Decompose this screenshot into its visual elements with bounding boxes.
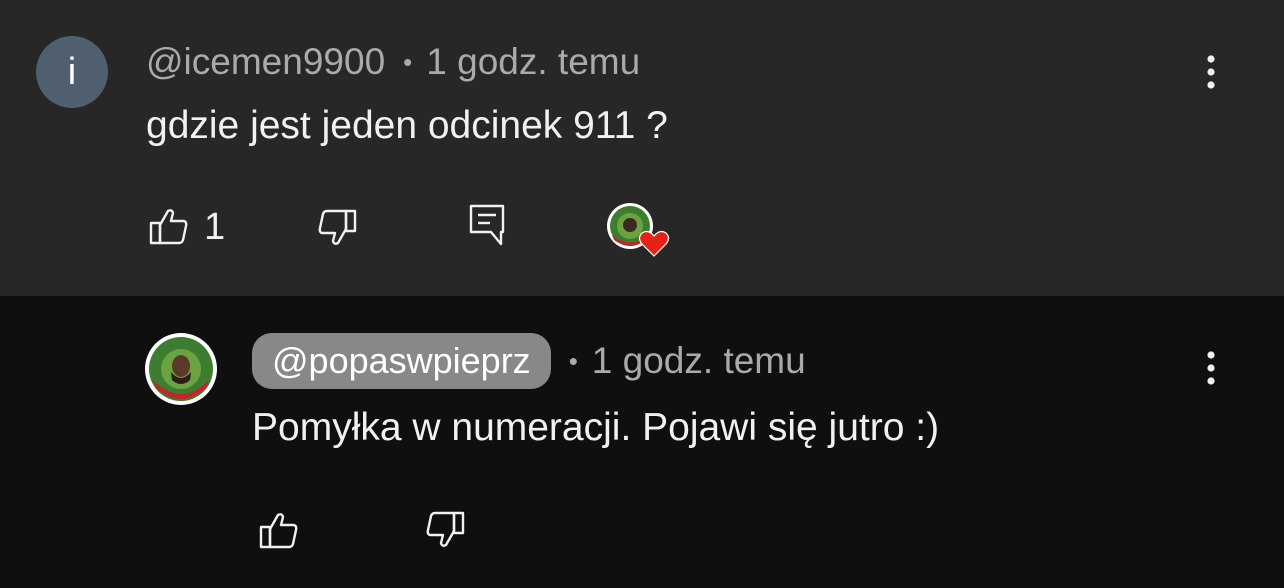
reply-timestamp[interactable]: 1 godz. temu [592,340,806,382]
reply-comment: @popaswpieprz • 1 godz. temu Pomyłka w n… [0,296,1284,588]
reply-button[interactable] [468,204,506,246]
like-button[interactable] [148,206,190,246]
heart-icon [638,230,670,257]
creator-handle-badge[interactable]: @popaswpieprz [252,333,551,389]
avatar-letter: i [67,50,77,93]
thumb-up-icon [149,209,188,245]
more-vertical-icon[interactable] [1196,346,1226,390]
like-count: 1 [204,206,226,248]
comment-text: gdzie jest jeden odcinek 911 ? [146,104,668,147]
reply-comment-icon [469,204,505,246]
comment-timestamp[interactable]: 1 godz. temu [426,41,640,83]
avatar[interactable]: i [36,36,108,108]
thumb-down-icon [318,209,357,245]
thumb-up-icon [259,513,298,549]
separator-dot: • [403,46,413,77]
creator-heart-badge[interactable] [606,202,670,258]
like-button[interactable] [258,510,300,550]
comment: i @icemen9900 • 1 godz. temu gdzie jest … [0,0,1284,296]
reply-text: Pomyłka w numeracji. Pojawi się jutro :) [252,406,940,449]
separator-dot: • [568,345,578,376]
more-vertical-icon[interactable] [1196,50,1226,94]
channel-avatar[interactable] [144,332,218,406]
dislike-button[interactable] [424,510,466,550]
reply-header: @popaswpieprz • 1 godz. temu [252,332,806,390]
comment-header: @icemen9900 • 1 godz. temu [146,40,640,84]
thumb-down-icon [426,511,465,547]
comment-author-handle[interactable]: @icemen9900 [146,41,385,83]
dislike-button[interactable] [316,208,358,248]
